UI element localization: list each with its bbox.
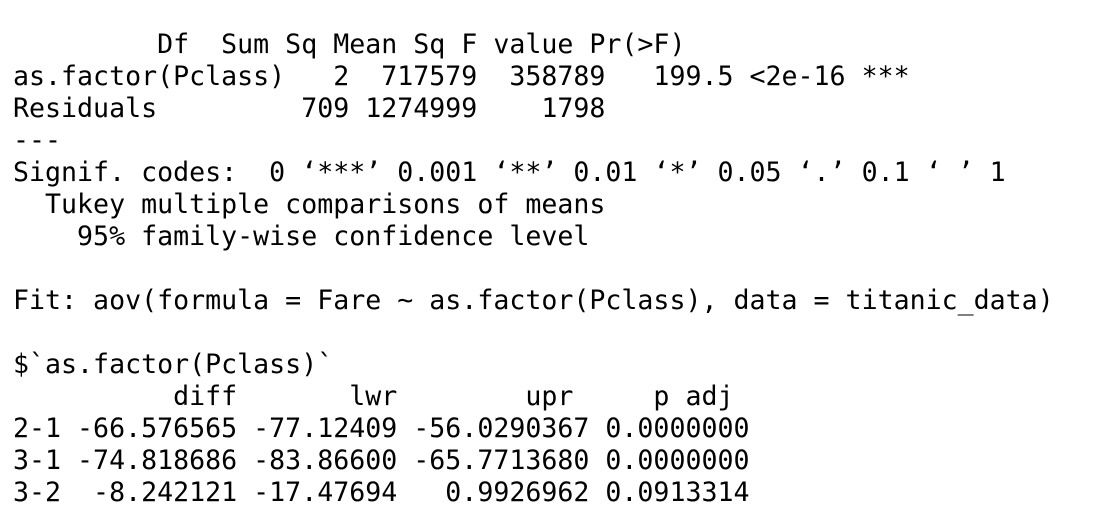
- fit-formula-line: Fit: aov(formula = Fare ~ as.factor(Pcla…: [13, 285, 1054, 316]
- tukey-factor-name-line: $`as.factor(Pclass)`: [13, 349, 334, 380]
- tukey-table-header: diff lwr upr p adj: [13, 381, 734, 412]
- tukey-title-line: Tukey multiple comparisons of means: [13, 189, 606, 220]
- anova-pclass-row: as.factor(Pclass) 2 717579 358789 199.5 …: [13, 61, 910, 92]
- anova-residuals-row: Residuals 709 1274999 1798: [13, 93, 910, 124]
- tukey-row-3-2: 3-2 -8.242121 -17.47694 0.9926962 0.0913…: [13, 477, 750, 508]
- signif-codes-line: Signif. codes: 0 ‘***’ 0.001 ‘**’ 0.01 ‘…: [13, 157, 1006, 188]
- tukey-row-3-1: 3-1 -74.818686 -83.86600 -65.7713680 0.0…: [13, 445, 750, 476]
- confidence-level-line: 95% family-wise confidence level: [13, 221, 590, 252]
- tukey-row-2-1: 2-1 -66.576565 -77.12409 -56.0290367 0.0…: [13, 413, 750, 444]
- r-console-output: Df Sum Sq Mean Sq F value Pr(>F) as.fact…: [13, 29, 1083, 509]
- anova-header-line: Df Sum Sq Mean Sq F value Pr(>F): [13, 29, 750, 60]
- separator-line: ---: [13, 125, 62, 156]
